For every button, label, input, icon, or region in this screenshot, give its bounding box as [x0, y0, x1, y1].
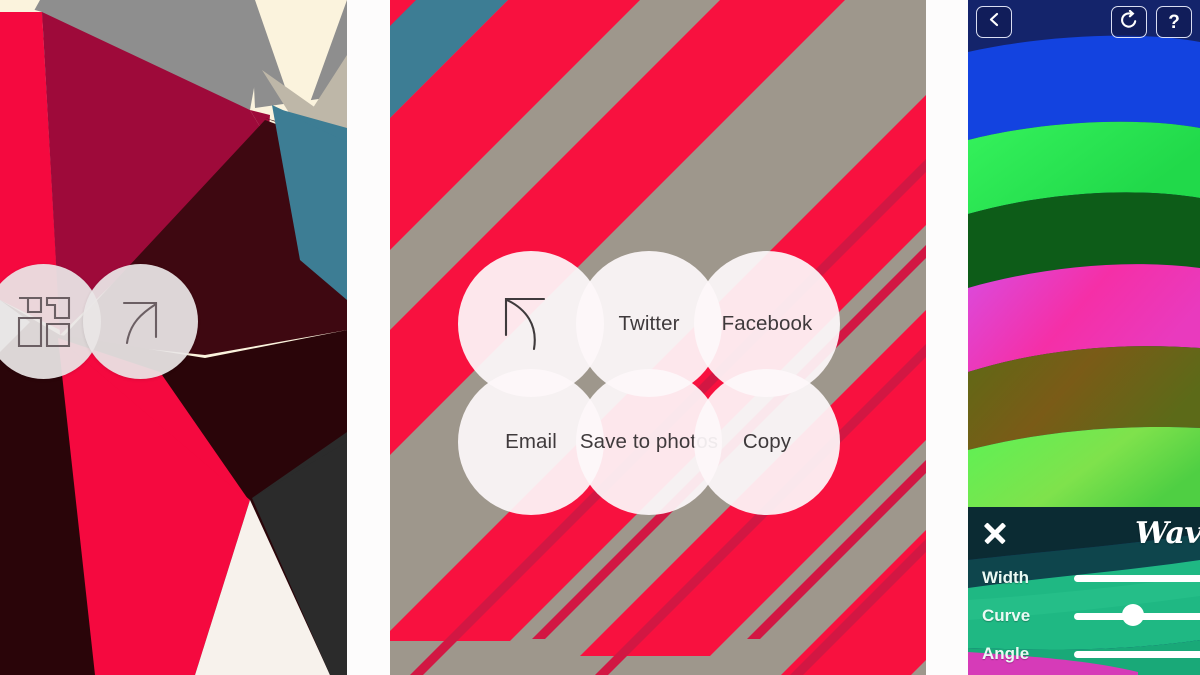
- question-mark-icon: ?: [1168, 11, 1180, 33]
- slider-row-angle: Angle: [968, 635, 1200, 673]
- share-button[interactable]: [83, 264, 198, 379]
- undo-circular-arrow-icon: [1119, 9, 1139, 35]
- slider-label: Curve: [982, 606, 1031, 625]
- wave-controls-title: Wave: [1134, 515, 1200, 551]
- share-option-label: Facebook: [721, 311, 813, 335]
- copy-button[interactable]: Copy: [694, 369, 840, 515]
- slider-row-curve: Curve: [968, 597, 1200, 635]
- wave-controls-header: Wave: [968, 507, 1200, 559]
- help-button[interactable]: ?: [1156, 6, 1192, 38]
- angle-slider[interactable]: [1074, 643, 1200, 665]
- wave-controls-panel: Wave Width Curve Angle: [968, 507, 1200, 675]
- slider-track-fill: [1074, 651, 1200, 658]
- undo-button[interactable]: [1111, 6, 1147, 38]
- back-curve-arrow-icon: [498, 291, 564, 357]
- curve-slider[interactable]: [1074, 604, 1200, 627]
- share-option-label: Copy: [742, 429, 792, 453]
- share-option-label: Email: [505, 429, 557, 453]
- share-arrow-icon: [112, 293, 170, 351]
- editor-toolbar: ?: [968, 0, 1200, 44]
- slider-label: Width: [982, 568, 1030, 587]
- slider-label: Angle: [982, 644, 1030, 663]
- slider-row-width: Width: [968, 559, 1200, 597]
- wallpaper-action-buttons: [0, 264, 198, 379]
- slider-track-fill: [1074, 575, 1200, 582]
- panel-wave-editor: ? Wave Width Curve: [968, 0, 1200, 675]
- panel-separator: [926, 0, 968, 675]
- panel-share-sheet: Twitter Facebook Email Save to photos Co…: [390, 0, 926, 675]
- grid-pinwheel-icon: [14, 292, 74, 352]
- back-button[interactable]: [976, 6, 1012, 38]
- share-option-label: Twitter: [618, 311, 680, 335]
- screenshot-stage: Twitter Facebook Email Save to photos Co…: [0, 0, 1200, 675]
- share-action-grid: Twitter Facebook Email Save to photos Co…: [458, 251, 840, 515]
- width-slider[interactable]: [1074, 567, 1200, 589]
- curve-slider-knob[interactable]: [1122, 604, 1144, 626]
- panel-wallpaper-viewer: [0, 0, 347, 675]
- panel-separator: [347, 0, 390, 675]
- close-button[interactable]: [982, 520, 1008, 546]
- chevron-left-icon: [986, 11, 1003, 33]
